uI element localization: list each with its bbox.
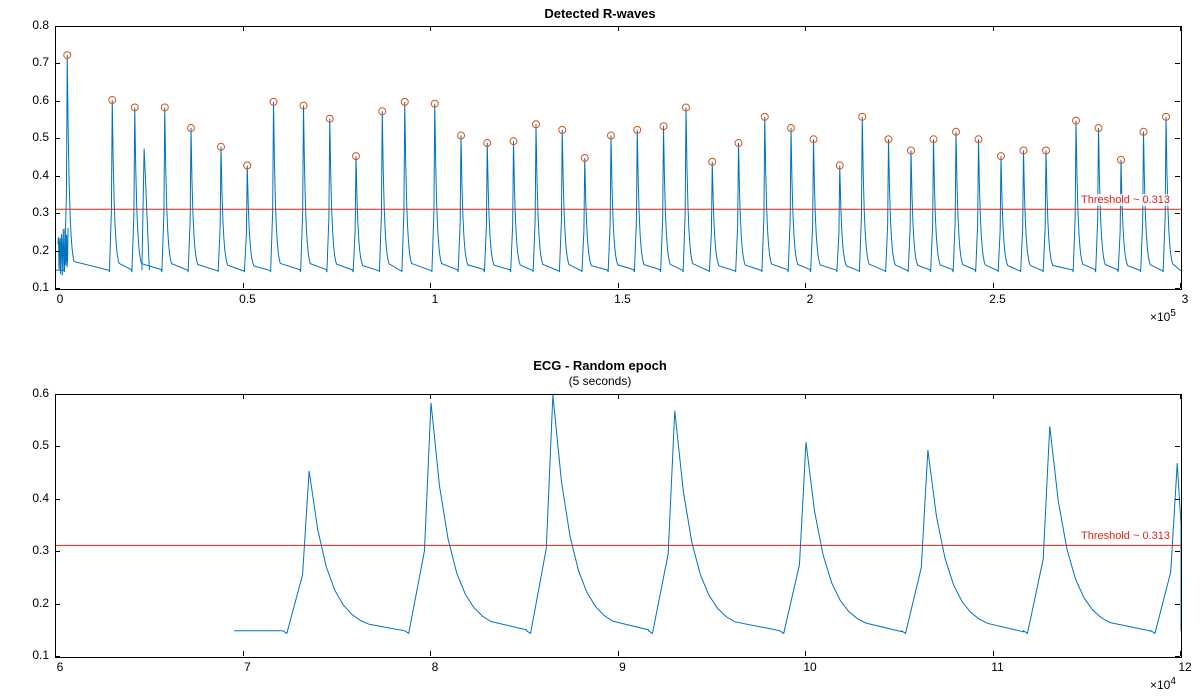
signal-line	[234, 395, 1181, 633]
x-tick-label: 6	[45, 660, 75, 674]
y-tick-label: 0.4	[32, 491, 49, 505]
y-tick-label: 0.2	[32, 596, 49, 610]
threshold-label: Threshold ~ 0.313	[1080, 530, 1171, 542]
y-tick	[55, 63, 60, 64]
x-tick-label: 1.5	[608, 292, 638, 306]
x-tick	[243, 283, 244, 288]
y-tick	[1175, 101, 1180, 102]
y-tick	[1175, 499, 1180, 500]
y-tick	[1175, 213, 1180, 214]
x-tick-label: 1	[420, 292, 450, 306]
y-tick	[55, 213, 60, 214]
y-tick	[1175, 604, 1180, 605]
y-tick-label: 0.8	[32, 18, 49, 32]
y-tick	[1175, 288, 1180, 289]
y-tick-label: 0.4	[32, 168, 49, 182]
x-tick	[430, 283, 431, 288]
x-tick	[1180, 394, 1181, 399]
plot-area	[55, 26, 1182, 290]
x-tick	[55, 26, 56, 31]
y-tick-label: 0.2	[32, 243, 49, 257]
x-tick-label: 11	[983, 660, 1013, 674]
y-tick	[55, 499, 60, 500]
y-tick	[55, 551, 60, 552]
x-tick	[55, 394, 56, 399]
y-tick-label: 0.7	[32, 55, 49, 69]
x-tick-label: 0.5	[233, 292, 263, 306]
y-tick	[1175, 446, 1180, 447]
x-tick-label: 3	[1170, 292, 1200, 306]
x-tick	[993, 394, 994, 399]
x-tick-label: 7	[233, 660, 263, 674]
y-tick	[55, 176, 60, 177]
x-tick	[805, 394, 806, 399]
x-exponent-label: ×105	[1150, 308, 1176, 324]
x-tick	[430, 26, 431, 31]
x-tick	[243, 651, 244, 656]
plot-area	[55, 394, 1182, 658]
x-tick	[993, 26, 994, 31]
chart-title: ECG - Random epoch	[0, 358, 1200, 373]
chart-title: Detected R-waves	[0, 6, 1200, 21]
x-tick	[430, 651, 431, 656]
y-tick	[55, 656, 60, 657]
x-tick	[1180, 283, 1181, 288]
x-tick	[1180, 651, 1181, 656]
y-tick	[55, 446, 60, 447]
x-tick-label: 12	[1170, 660, 1200, 674]
y-tick	[1175, 63, 1180, 64]
y-tick	[1175, 138, 1180, 139]
y-tick	[1175, 251, 1180, 252]
x-tick	[430, 394, 431, 399]
y-tick	[55, 251, 60, 252]
x-tick-label: 2	[795, 292, 825, 306]
x-tick-label: 10	[795, 660, 825, 674]
x-exponent-label: ×104	[1150, 676, 1176, 692]
x-tick	[805, 651, 806, 656]
x-tick	[243, 26, 244, 31]
x-tick-label: 0	[45, 292, 75, 306]
y-tick-label: 0.6	[32, 93, 49, 107]
y-tick-label: 0.3	[32, 205, 49, 219]
x-tick	[55, 651, 56, 656]
signal-line	[56, 55, 1181, 272]
y-tick-label: 0.3	[32, 543, 49, 557]
x-tick	[993, 283, 994, 288]
y-tick	[1175, 656, 1180, 657]
x-tick	[805, 26, 806, 31]
y-tick	[55, 138, 60, 139]
y-tick-label: 0.6	[32, 386, 49, 400]
y-tick	[55, 288, 60, 289]
plot-svg	[56, 395, 1181, 657]
x-tick-label: 2.5	[983, 292, 1013, 306]
y-tick-label: 0.5	[32, 438, 49, 452]
plot-svg	[56, 27, 1181, 289]
y-tick	[55, 604, 60, 605]
x-tick	[805, 283, 806, 288]
x-tick	[55, 283, 56, 288]
chart-subtitle: (5 seconds)	[0, 374, 1200, 388]
y-tick-label: 0.5	[32, 130, 49, 144]
x-tick	[618, 283, 619, 288]
x-tick	[618, 26, 619, 31]
x-tick	[993, 651, 994, 656]
x-tick-label: 9	[608, 660, 638, 674]
x-tick	[1180, 26, 1181, 31]
x-tick-label: 8	[420, 660, 450, 674]
y-tick	[55, 101, 60, 102]
x-tick	[618, 651, 619, 656]
y-tick	[1175, 176, 1180, 177]
x-tick	[618, 394, 619, 399]
x-tick	[243, 394, 244, 399]
threshold-label: Threshold ~ 0.313	[1080, 194, 1171, 206]
y-tick	[1175, 551, 1180, 552]
